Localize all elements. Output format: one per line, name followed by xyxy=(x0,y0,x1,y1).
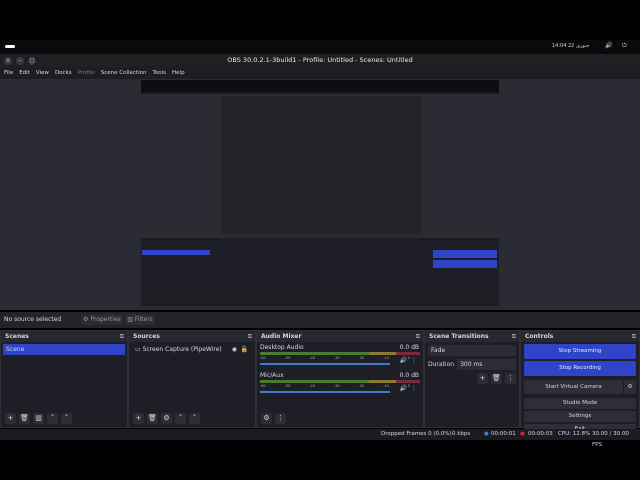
settings-button[interactable]: Settings xyxy=(524,411,636,422)
duration-label: Duration xyxy=(428,361,455,368)
window-titlebar: OBS 30.0.2.1-3build1 - Profile: Untitled… xyxy=(0,54,640,67)
volume-slider[interactable] xyxy=(260,391,390,393)
controls-title: Controls xyxy=(525,333,554,340)
lock-icon[interactable]: 🔓 xyxy=(241,344,248,355)
more-icon[interactable]: ⋮ xyxy=(411,385,417,392)
filters-button[interactable]: ▥ Filters xyxy=(125,314,155,325)
speaker-icon[interactable]: 🔊 xyxy=(400,357,407,364)
power-icon[interactable]: ⏻ xyxy=(622,42,627,50)
window-title: OBS 30.0.2.1-3build1 - Profile: Untitled… xyxy=(227,56,413,64)
gear-icon[interactable]: ⚙ xyxy=(161,413,172,424)
mixer-title: Audio Mixer xyxy=(261,333,302,340)
undock-icon[interactable]: ⧉ xyxy=(512,331,516,342)
more-icon[interactable]: ⋮ xyxy=(275,413,286,424)
menu-bar: File Edit View Docks Profile Scene Colle… xyxy=(0,67,640,79)
stream-icon: ● xyxy=(484,431,489,437)
close-button[interactable]: × xyxy=(4,57,12,65)
mixer-settings-icon[interactable]: ⚙ xyxy=(261,413,272,424)
dropped-frames: Dropped Frames 0 (0.0%) xyxy=(381,431,452,437)
stop-recording-button[interactable]: Stop Recording xyxy=(524,361,636,376)
speaker-icon[interactable]: 🔊 xyxy=(400,385,407,392)
volume-slider[interactable] xyxy=(260,363,390,365)
channel-name: Desktop Audio xyxy=(260,344,304,351)
undock-icon[interactable]: ⧉ xyxy=(632,331,636,342)
mixer-channel: Mic/Aux 0.0 dB -60 -50 -40 -30 -20 -10 0 🔊 ⋮ xyxy=(260,372,420,393)
volume-meter xyxy=(260,380,420,383)
chevron-up-icon[interactable]: ˄ xyxy=(175,413,186,424)
sources-dock: Sources ⧉ ▭ Screen Capture (PipeWire) ◉ 🔓 +… xyxy=(128,330,256,428)
transition-select[interactable]: Fade xyxy=(428,345,516,356)
transitions-title: Scene Transitions xyxy=(429,333,489,340)
date[interactable]: 22 جنوری xyxy=(568,43,589,49)
gear-icon: ⚙ xyxy=(83,316,89,323)
maximize-button[interactable]: □ xyxy=(28,57,36,65)
channel-db: 0.0 dB xyxy=(399,372,419,379)
volume-meter xyxy=(260,352,420,355)
trash-icon[interactable]: 🗑 xyxy=(19,413,30,424)
add-icon[interactable]: + xyxy=(477,373,488,384)
channel-db: 0.0 dB xyxy=(399,344,419,351)
stream-time: 00:00:01 xyxy=(491,431,516,437)
fps: 30.00 / 30.00 FPS xyxy=(592,431,629,448)
properties-button[interactable]: ⚙ Properties xyxy=(81,314,123,325)
menu-view[interactable]: View xyxy=(36,67,49,79)
menu-help[interactable]: Help xyxy=(172,67,185,79)
source-item[interactable]: ▭ Screen Capture (PipeWire) ◉ 🔓 xyxy=(131,344,253,355)
scene-item[interactable]: Scene xyxy=(3,344,125,355)
more-icon[interactable]: ⋮ xyxy=(505,373,516,384)
menu-docks[interactable]: Docks xyxy=(55,67,72,79)
system-panel: 14:04 22 جنوری 🔊 ⏻ xyxy=(0,40,640,54)
clock[interactable]: 14:04 xyxy=(552,43,566,49)
trash-icon[interactable]: 🗑 xyxy=(491,373,502,384)
eye-icon[interactable]: ◉ xyxy=(232,344,237,355)
duration-input[interactable]: 300 ms xyxy=(457,359,516,370)
gear-icon[interactable]: ⚙ xyxy=(624,380,636,394)
stop-streaming-button[interactable]: Stop Streaming xyxy=(524,344,636,359)
menu-scene-collection[interactable]: Scene Collection xyxy=(101,67,147,79)
record-time: 00:00:03 xyxy=(528,431,553,437)
cpu-usage: CPU: 12.8% xyxy=(558,431,591,437)
undock-icon[interactable]: ⧉ xyxy=(248,331,252,342)
start-virtual-camera-button[interactable]: Start Virtual Camera xyxy=(524,380,623,394)
menu-profile[interactable]: Profile xyxy=(78,67,95,79)
add-icon[interactable]: + xyxy=(133,413,144,424)
add-icon[interactable]: + xyxy=(5,413,16,424)
preview-canvas[interactable] xyxy=(141,80,499,306)
status-bar: Dropped Frames 0 (0.0%) 0 kbps ● 00:00:0… xyxy=(0,429,640,448)
undock-icon[interactable]: ⧉ xyxy=(416,331,420,342)
no-source-label: No source selected xyxy=(4,316,62,323)
chevron-up-icon[interactable]: ˄ xyxy=(47,413,58,424)
record-icon: ● xyxy=(520,431,525,437)
controls-dock: Controls ⧉ Stop Streaming Stop Recording … xyxy=(520,330,640,435)
volume-icon[interactable]: 🔊 xyxy=(605,42,612,49)
minimize-button[interactable]: – xyxy=(16,57,24,65)
audio-mixer-dock: Audio Mixer ⧉ Desktop Audio 0.0 dB -60 -50… xyxy=(256,330,424,428)
trash-icon[interactable]: 🗑 xyxy=(147,413,158,424)
mixer-channel: Desktop Audio 0.0 dB -60 -50 -40 -30 -20 -10 0… xyxy=(260,344,420,365)
menu-file[interactable]: File xyxy=(4,67,13,79)
more-icon[interactable]: ⋮ xyxy=(411,357,417,364)
scenes-title: Scenes xyxy=(5,333,29,340)
chevron-down-icon[interactable]: ˅ xyxy=(189,413,200,424)
menu-edit[interactable]: Edit xyxy=(19,67,30,79)
chevron-down-icon[interactable]: ˅ xyxy=(61,413,72,424)
filter-icon: ▥ xyxy=(127,316,133,323)
scene-transitions-dock: Scene Transitions ⧉ Fade Duration 300 ms +… xyxy=(424,330,520,428)
workspace-indicator[interactable] xyxy=(5,45,15,48)
monitor-icon: ▭ xyxy=(135,346,141,353)
studio-mode-button[interactable]: Studio Mode xyxy=(524,398,636,409)
sources-title: Sources xyxy=(133,333,160,340)
bitrate: 0 kbps xyxy=(452,431,471,437)
scenes-dock: Scenes ⧉ Scene + 🗑 ▥ ˄ ˅ xyxy=(0,330,128,428)
channel-name: Mic/Aux xyxy=(260,372,284,379)
source-toolbar: No source selected ⚙ Properties ▥ Filter… xyxy=(0,312,640,328)
filter-icon[interactable]: ▥ xyxy=(33,413,44,424)
undock-icon[interactable]: ⧉ xyxy=(120,331,124,342)
menu-tools[interactable]: Tools xyxy=(152,67,166,79)
